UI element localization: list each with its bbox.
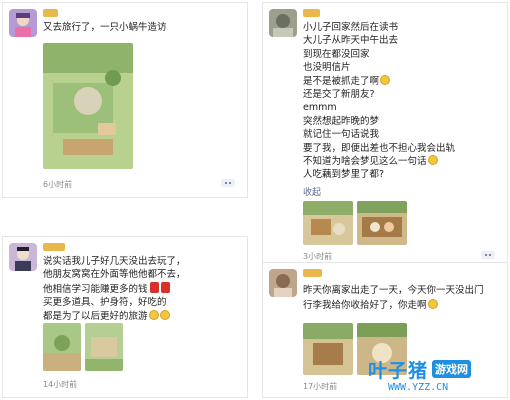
username-blurred[interactable]: ....... — [43, 243, 65, 251]
post-line: 都是为了以后更好的旅游 — [43, 310, 148, 322]
laugh-emoji-icon — [427, 155, 438, 166]
post-image[interactable] — [43, 43, 133, 169]
post-timestamp: 17小时前 — [303, 382, 338, 391]
smile-emoji-icon — [380, 74, 391, 85]
post-line: 说实话我儿子好几天没出去玩了， — [43, 256, 186, 267]
more-options-icon[interactable] — [221, 179, 235, 187]
post-line: 也没明信片 — [303, 62, 351, 74]
post-text: 小儿子回家然后在读书 大儿子从昨天中午出去 到现在都没回家 也没明信片 是不是被… — [303, 21, 501, 182]
post-line: 他相信学习能赚更多的钱 — [43, 283, 148, 295]
laugh-emoji-icon — [148, 309, 159, 320]
post-line: 要了我，即便出差也不担心我会出轨 — [303, 142, 456, 154]
post-text: 说实话我儿子好几天没出去玩了， 他朋友窝窝在外面等他他都不去， 他相信学习能赚更… — [43, 255, 241, 323]
site-watermark: 叶子猪 游戏网 WWW.YZZ.CN — [368, 354, 506, 398]
red-envelope-icon — [160, 281, 170, 293]
laugh-emoji-icon — [159, 309, 170, 320]
username-blurred[interactable]: ...... — [303, 269, 323, 277]
post-line: 突然想起昨晚的梦 — [303, 115, 380, 127]
post-line-with-emoji: 他相信学习能赚更多的钱 — [43, 281, 241, 296]
username-blurred[interactable]: .... — [43, 9, 58, 17]
username-blurred[interactable]: ..... — [303, 9, 321, 17]
watermark-url: WWW.YZZ.CN — [388, 382, 449, 393]
post-line: 不知道为啥会梦见这么一句话 — [303, 156, 427, 168]
post-text: 又去旅行了，一只小蜗牛造访 — [43, 21, 241, 34]
avatar[interactable] — [9, 243, 37, 271]
post-line: 买更多道具、护身符，好吃的 — [43, 297, 167, 309]
avatar[interactable] — [269, 269, 297, 297]
post-line: 昨天你离家出走了一天，今天你一天没出门 — [303, 285, 484, 296]
post-line: 是不是被抓走了啊 — [303, 75, 380, 87]
post-line-with-emoji: 不知道为啥会梦见这么一句话 — [303, 155, 501, 168]
post-text: 昨天你离家出走了一天，今天你一天没出门 行李我给你收拾好了，你走啊 — [303, 283, 501, 313]
post-image[interactable] — [303, 323, 353, 375]
collapse-link[interactable]: 收起 — [303, 185, 321, 198]
post-line: 小儿子回家然后在读书 — [303, 22, 399, 33]
post-line: 大儿子从昨天中午出去 — [303, 35, 399, 47]
post-line-with-emoji: 行李我给你收拾好了，你走啊 — [303, 298, 501, 313]
post-image[interactable] — [43, 323, 81, 371]
post-timestamp: 14小时前 — [43, 380, 78, 389]
post-line-with-emoji: 都是为了以后更好的旅游 — [43, 309, 241, 323]
avatar[interactable] — [9, 9, 37, 37]
moment-post-1: .... 又去旅行了，一只小蜗牛造访 6小时前 — [2, 2, 248, 198]
red-envelope-icon — [149, 281, 159, 293]
more-options-icon[interactable] — [481, 251, 495, 259]
watermark-badge: 游戏网 — [432, 360, 471, 378]
post-line: 人吃藕到梦里了都? — [303, 169, 385, 181]
post-line: emmm — [303, 102, 337, 114]
post-image[interactable] — [303, 201, 353, 245]
moment-post-3: ....... 说实话我儿子好几天没出去玩了， 他朋友窝窝在外面等他他都不去， … — [2, 236, 248, 398]
post-line: 行李我给你收拾好了，你走啊 — [303, 300, 427, 311]
watermark-brand: 叶子猪 — [368, 360, 429, 382]
post-line-with-emoji: 是不是被抓走了啊 — [303, 74, 501, 88]
tongue-emoji-icon — [427, 299, 438, 309]
avatar[interactable] — [269, 9, 297, 37]
post-line: 到现在都没回家 — [303, 48, 370, 60]
post-line: 还是交了新朋友? — [303, 89, 375, 101]
post-line: 他朋友窝窝在外面等他他都不去， — [43, 269, 186, 281]
post-image[interactable] — [357, 201, 407, 245]
post-timestamp: 3小时前 — [303, 252, 333, 261]
moment-post-2: ..... 小儿子回家然后在读书 大儿子从昨天中午出去 到现在都没回家 也没明信… — [262, 2, 508, 270]
post-line: 就记住一句话说我 — [303, 129, 380, 141]
post-line: 又去旅行了，一只小蜗牛造访 — [43, 22, 167, 33]
post-timestamp: 6小时前 — [43, 180, 73, 189]
post-image[interactable] — [85, 323, 123, 371]
